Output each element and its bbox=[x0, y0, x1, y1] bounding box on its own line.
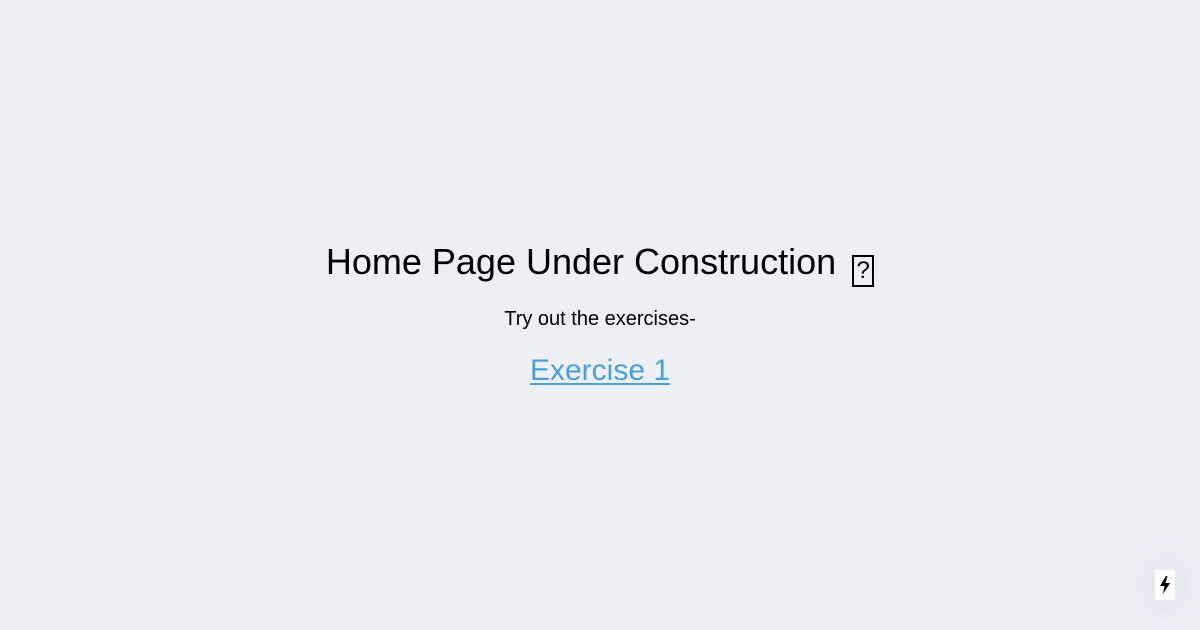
page: Home Page Under Construction ? Try out t… bbox=[0, 0, 1200, 630]
subtitle-text: Try out the exercises- bbox=[504, 308, 696, 330]
title-icon-glyph: ? bbox=[856, 257, 870, 284]
page-title-text: Home Page Under Construction bbox=[325, 241, 837, 282]
dev-indicator-button[interactable] bbox=[1155, 570, 1175, 600]
main-content: Home Page Under Construction ? Try out t… bbox=[0, 238, 1200, 389]
page-title: Home Page Under Construction ? bbox=[0, 238, 1200, 287]
construction-emoji-icon: ? bbox=[852, 255, 875, 287]
exercise-1-link[interactable]: Exercise 1 bbox=[530, 353, 670, 389]
lightning-bolt-icon bbox=[1160, 576, 1170, 594]
